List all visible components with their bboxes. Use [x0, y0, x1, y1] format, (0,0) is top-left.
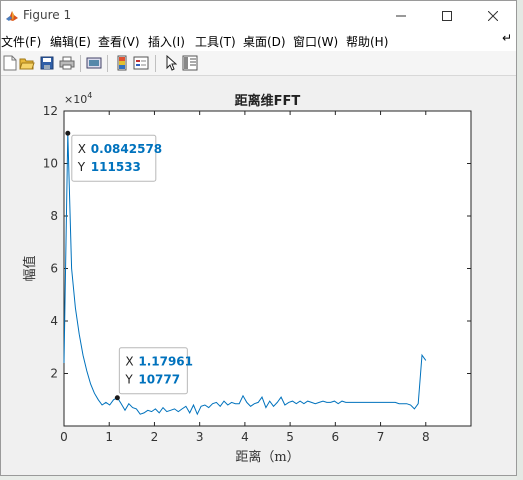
y-exponent-power: 4: [87, 91, 92, 100]
save-icon[interactable]: [38, 54, 56, 72]
link-plot-icon[interactable]: [85, 54, 103, 72]
x-tick-label: 1: [105, 430, 113, 444]
menu-window[interactable]: 窗口(W): [293, 33, 338, 50]
maximize-button[interactable]: [424, 1, 470, 31]
datatip[interactable]: X 0.0842578 Y 111533: [65, 130, 162, 182]
x-tick-label: 8: [422, 430, 430, 444]
datatip-x-label: X: [78, 142, 86, 156]
datatip-x-value: 0.0842578: [91, 142, 162, 156]
datatip-y-label: Y: [124, 373, 133, 387]
datatip-y-value: 111533: [91, 160, 141, 174]
property-inspector-icon[interactable]: [181, 54, 199, 72]
x-tick-label: 6: [332, 430, 340, 444]
y-axis-exponent: ×104: [64, 91, 92, 106]
menu-edit[interactable]: 编辑(E): [50, 33, 91, 50]
window-title: Figure 1: [23, 8, 72, 22]
datatip[interactable]: X 1.17961 Y 10777: [114, 347, 193, 401]
y-exponent-base: ×10: [64, 93, 87, 106]
menu-file[interactable]: 文件(F): [1, 33, 41, 50]
menu-desktop[interactable]: 桌面(D): [243, 33, 286, 50]
close-button[interactable]: [470, 1, 516, 31]
y-tick-label: 4: [50, 314, 58, 328]
toolbar-separator: [80, 55, 81, 72]
figure-canvas: 0 1 2 3 4 5 6 7 8 2 4 6 8 10 12 距离维FFT 距离（m） 幅值 ×104 X…: [1, 77, 516, 475]
x-tick-label: 0: [60, 430, 68, 444]
insert-colorbar-icon[interactable]: [113, 54, 131, 72]
maximize-icon: [442, 11, 452, 21]
matlab-icon: [5, 8, 19, 22]
y-tick-label: 12: [43, 104, 58, 118]
datatip-y-value: 10777: [138, 373, 180, 387]
print-icon[interactable]: [58, 54, 76, 72]
datatip-x-value: 1.17961: [138, 355, 193, 369]
plot-svg: 0 1 2 3 4 5 6 7 824681012 距离维FFT 距离（m） 幅值 ×104 X…: [22, 91, 472, 465]
x-tick-label: 4: [241, 430, 249, 444]
y-tick-label: 6: [50, 262, 58, 276]
menu-bar: 文件(F) 编辑(E) 查看(V) 插入(I) 工具(T) 桌面(D) 窗口(W…: [1, 31, 516, 51]
menu-tools[interactable]: 工具(T): [195, 33, 236, 50]
chart-title: 距离维FFT: [235, 93, 301, 109]
datatip-marker[interactable]: [65, 130, 71, 136]
open-file-icon[interactable]: [18, 54, 36, 72]
x-axis-label: 距离（m）: [235, 449, 299, 465]
y-axis-label: 幅值: [22, 255, 38, 281]
menu-overflow-icon[interactable]: ↵: [502, 31, 512, 45]
datatip-x-label: X: [125, 355, 133, 369]
menu-help[interactable]: 帮助(H): [346, 33, 388, 50]
title-bar[interactable]: Figure 1: [1, 1, 516, 31]
x-tick-label: 3: [196, 430, 204, 444]
figure-window: Figure 1 文件(F) 编辑(E) 查看(V) 插入(I) 工具(T) 桌…: [0, 0, 517, 476]
toolbar-separator: [155, 55, 156, 72]
minimize-icon: [396, 15, 406, 17]
desktop-background-strip: [517, 0, 523, 480]
datatip-y-label: Y: [77, 160, 86, 174]
figure-toolbar: [1, 51, 516, 76]
edit-plot-icon[interactable]: [162, 54, 180, 72]
datatip-marker[interactable]: [114, 395, 120, 401]
y-tick-label: 8: [50, 209, 58, 223]
x-tick-label: 7: [377, 430, 385, 444]
menu-insert[interactable]: 插入(I): [148, 33, 185, 50]
y-tick-label: 10: [43, 157, 58, 171]
insert-legend-icon[interactable]: [132, 54, 150, 72]
y-tick-label: 2: [50, 367, 58, 381]
x-tick-label: 5: [286, 430, 294, 444]
menu-view[interactable]: 查看(V): [98, 33, 140, 50]
x-tick-label: 2: [151, 430, 159, 444]
close-icon: [488, 11, 498, 21]
toolbar-separator: [107, 55, 108, 72]
new-figure-icon[interactable]: [1, 54, 19, 72]
minimize-button[interactable]: [378, 1, 424, 31]
